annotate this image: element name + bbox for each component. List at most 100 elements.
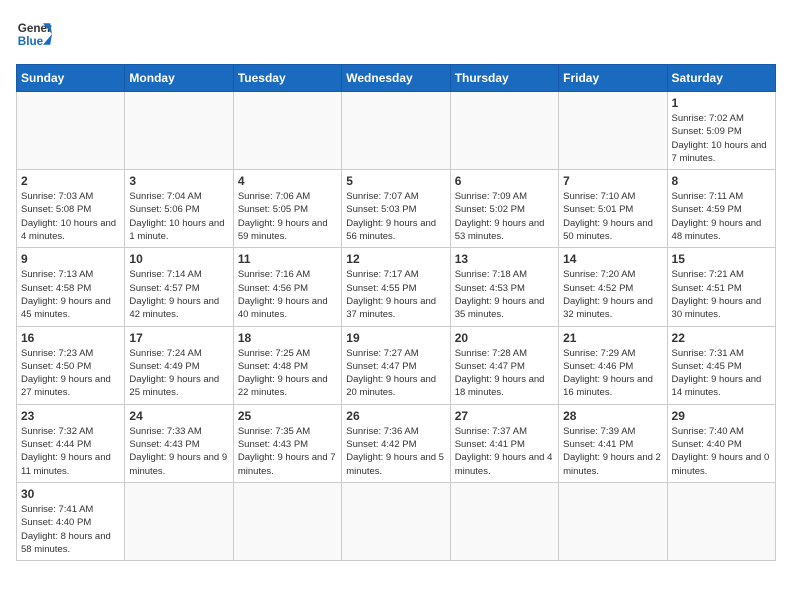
day-number: 12	[346, 252, 445, 266]
calendar-table: SundayMondayTuesdayWednesdayThursdayFrid…	[16, 64, 776, 561]
calendar-cell: 12 Sunrise: 7:17 AM Sunset: 4:55 PM Dayli…	[342, 248, 450, 326]
logo-icon: General Blue	[16, 16, 52, 52]
calendar-cell	[233, 92, 341, 170]
calendar-cell	[342, 482, 450, 560]
day-number: 23	[21, 409, 120, 423]
calendar-cell	[342, 92, 450, 170]
day-info: Sunrise: 7:33 AM Sunset: 4:43 PM Dayligh…	[129, 425, 228, 478]
day-info: Sunrise: 7:03 AM Sunset: 5:08 PM Dayligh…	[21, 190, 120, 243]
day-info: Sunrise: 7:14 AM Sunset: 4:57 PM Dayligh…	[129, 268, 228, 321]
day-number: 9	[21, 252, 120, 266]
day-info: Sunrise: 7:39 AM Sunset: 4:41 PM Dayligh…	[563, 425, 662, 478]
day-info: Sunrise: 7:07 AM Sunset: 5:03 PM Dayligh…	[346, 190, 445, 243]
day-number: 4	[238, 174, 337, 188]
calendar-cell: 3 Sunrise: 7:04 AM Sunset: 5:06 PM Daylig…	[125, 170, 233, 248]
calendar-cell: 20Sunrise: 7:28 AM Sunset: 4:47 PM Dayli…	[450, 326, 558, 404]
calendar-cell: 17 Sunrise: 7:24 AM Sunset: 4:49 PM Dayli…	[125, 326, 233, 404]
page-header: General Blue	[16, 16, 776, 52]
calendar-cell: 18 Sunrise: 7:25 AM Sunset: 4:48 PM Dayli…	[233, 326, 341, 404]
calendar-header-friday: Friday	[559, 65, 667, 92]
calendar-header-sunday: Sunday	[17, 65, 125, 92]
calendar-week-row: 16Sunrise: 7:23 AM Sunset: 4:50 PM Dayli…	[17, 326, 776, 404]
day-number: 8	[672, 174, 771, 188]
calendar-cell: 7Sunrise: 7:10 AM Sunset: 5:01 PM Daylig…	[559, 170, 667, 248]
day-info: Sunrise: 7:16 AM Sunset: 4:56 PM Dayligh…	[238, 268, 337, 321]
day-number: 26	[346, 409, 445, 423]
day-info: Sunrise: 7:29 AM Sunset: 4:46 PM Dayligh…	[563, 347, 662, 400]
calendar-cell	[450, 92, 558, 170]
calendar-cell: 28 Sunrise: 7:39 AM Sunset: 4:41 PM Dayli…	[559, 404, 667, 482]
calendar-cell	[559, 482, 667, 560]
day-number: 22	[672, 331, 771, 345]
calendar-week-row: 23 Sunrise: 7:32 AM Sunset: 4:44 PM Dayli…	[17, 404, 776, 482]
day-info: Sunrise: 7:06 AM Sunset: 5:05 PM Dayligh…	[238, 190, 337, 243]
calendar-cell: 27 Sunrise: 7:37 AM Sunset: 4:41 PM Dayli…	[450, 404, 558, 482]
calendar-cell: 13 Sunrise: 7:18 AM Sunset: 4:53 PM Dayli…	[450, 248, 558, 326]
calendar-header-tuesday: Tuesday	[233, 65, 341, 92]
calendar-cell: 14 Sunrise: 7:20 AM Sunset: 4:52 PM Dayli…	[559, 248, 667, 326]
day-info: Sunrise: 7:20 AM Sunset: 4:52 PM Dayligh…	[563, 268, 662, 321]
calendar-cell: 25 Sunrise: 7:35 AM Sunset: 4:43 PM Dayli…	[233, 404, 341, 482]
calendar-cell: 24 Sunrise: 7:33 AM Sunset: 4:43 PM Dayli…	[125, 404, 233, 482]
calendar-cell: 4 Sunrise: 7:06 AM Sunset: 5:05 PM Daylig…	[233, 170, 341, 248]
day-info: Sunrise: 7:35 AM Sunset: 4:43 PM Dayligh…	[238, 425, 337, 478]
calendar-cell	[450, 482, 558, 560]
calendar-cell	[559, 92, 667, 170]
day-number: 6	[455, 174, 554, 188]
day-number: 21	[563, 331, 662, 345]
calendar-cell	[667, 482, 775, 560]
day-number: 30	[21, 487, 120, 501]
calendar-cell	[125, 482, 233, 560]
calendar-week-row: 1Sunrise: 7:02 AM Sunset: 5:09 PM Daylig…	[17, 92, 776, 170]
calendar-cell: 22 Sunrise: 7:31 AM Sunset: 4:45 PM Dayli…	[667, 326, 775, 404]
day-info: Sunrise: 7:04 AM Sunset: 5:06 PM Dayligh…	[129, 190, 228, 243]
day-number: 14	[563, 252, 662, 266]
calendar-header-thursday: Thursday	[450, 65, 558, 92]
day-number: 13	[455, 252, 554, 266]
day-number: 1	[672, 96, 771, 110]
calendar-cell: 21 Sunrise: 7:29 AM Sunset: 4:46 PM Dayli…	[559, 326, 667, 404]
calendar-cell: 10Sunrise: 7:14 AM Sunset: 4:57 PM Dayli…	[125, 248, 233, 326]
day-info: Sunrise: 7:21 AM Sunset: 4:51 PM Dayligh…	[672, 268, 771, 321]
day-info: Sunrise: 7:23 AM Sunset: 4:50 PM Dayligh…	[21, 347, 120, 400]
calendar-cell: 5Sunrise: 7:07 AM Sunset: 5:03 PM Daylig…	[342, 170, 450, 248]
day-number: 24	[129, 409, 228, 423]
day-number: 11	[238, 252, 337, 266]
calendar-cell: 9Sunrise: 7:13 AM Sunset: 4:58 PM Daylig…	[17, 248, 125, 326]
day-info: Sunrise: 7:31 AM Sunset: 4:45 PM Dayligh…	[672, 347, 771, 400]
day-number: 29	[672, 409, 771, 423]
calendar-cell: 16Sunrise: 7:23 AM Sunset: 4:50 PM Dayli…	[17, 326, 125, 404]
day-number: 2	[21, 174, 120, 188]
day-info: Sunrise: 7:37 AM Sunset: 4:41 PM Dayligh…	[455, 425, 554, 478]
calendar-header-monday: Monday	[125, 65, 233, 92]
calendar-week-row: 30Sunrise: 7:41 AM Sunset: 4:40 PM Dayli…	[17, 482, 776, 560]
calendar-cell: 11 Sunrise: 7:16 AM Sunset: 4:56 PM Dayli…	[233, 248, 341, 326]
calendar-cell: 1Sunrise: 7:02 AM Sunset: 5:09 PM Daylig…	[667, 92, 775, 170]
calendar-header-saturday: Saturday	[667, 65, 775, 92]
day-number: 17	[129, 331, 228, 345]
day-info: Sunrise: 7:11 AM Sunset: 4:59 PM Dayligh…	[672, 190, 771, 243]
calendar-cell	[17, 92, 125, 170]
day-info: Sunrise: 7:10 AM Sunset: 5:01 PM Dayligh…	[563, 190, 662, 243]
calendar-cell: 15 Sunrise: 7:21 AM Sunset: 4:51 PM Dayli…	[667, 248, 775, 326]
day-number: 25	[238, 409, 337, 423]
day-number: 27	[455, 409, 554, 423]
day-number: 18	[238, 331, 337, 345]
day-number: 3	[129, 174, 228, 188]
day-info: Sunrise: 7:40 AM Sunset: 4:40 PM Dayligh…	[672, 425, 771, 478]
day-info: Sunrise: 7:36 AM Sunset: 4:42 PM Dayligh…	[346, 425, 445, 478]
day-info: Sunrise: 7:28 AM Sunset: 4:47 PM Dayligh…	[455, 347, 554, 400]
calendar-cell: 29 Sunrise: 7:40 AM Sunset: 4:40 PM Dayli…	[667, 404, 775, 482]
day-info: Sunrise: 7:18 AM Sunset: 4:53 PM Dayligh…	[455, 268, 554, 321]
day-info: Sunrise: 7:24 AM Sunset: 4:49 PM Dayligh…	[129, 347, 228, 400]
logo: General Blue	[16, 16, 56, 52]
svg-text:Blue: Blue	[18, 35, 44, 48]
day-number: 19	[346, 331, 445, 345]
day-info: Sunrise: 7:32 AM Sunset: 4:44 PM Dayligh…	[21, 425, 120, 478]
day-info: Sunrise: 7:25 AM Sunset: 4:48 PM Dayligh…	[238, 347, 337, 400]
calendar-week-row: 2 Sunrise: 7:03 AM Sunset: 5:08 PM Daylig…	[17, 170, 776, 248]
day-number: 28	[563, 409, 662, 423]
calendar-header-wednesday: Wednesday	[342, 65, 450, 92]
day-info: Sunrise: 7:17 AM Sunset: 4:55 PM Dayligh…	[346, 268, 445, 321]
day-number: 15	[672, 252, 771, 266]
